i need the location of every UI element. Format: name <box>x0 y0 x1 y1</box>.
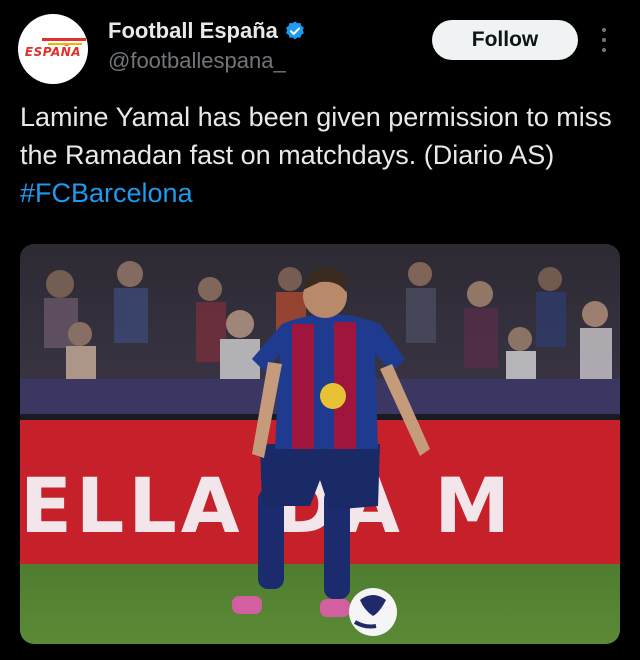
more-dot <box>602 28 606 32</box>
verified-badge-icon <box>286 21 304 40</box>
follow-button[interactable]: Follow <box>432 20 578 60</box>
avatar-stripe <box>42 38 86 41</box>
tweet-media[interactable]: ELLA DA M <box>20 244 620 644</box>
more-dot <box>602 48 606 52</box>
hashtag-link[interactable]: #FCBarcelona <box>20 178 193 208</box>
display-name[interactable]: Football España <box>108 18 278 44</box>
name-row: Football España <box>108 18 306 44</box>
more-dot <box>602 38 606 42</box>
tweet-body: Lamine Yamal has been given permission t… <box>20 102 612 170</box>
media-photo: ELLA DA M <box>20 244 620 644</box>
avatar-logo-text: ESPAÑA <box>24 45 82 59</box>
ball <box>349 588 397 636</box>
handle[interactable]: @footballespana_ <box>108 48 286 74</box>
more-vertical-icon[interactable] <box>596 28 612 52</box>
avatar-stripe-2 <box>48 43 82 45</box>
tweet-text: Lamine Yamal has been given permission t… <box>20 98 620 212</box>
avatar[interactable]: ESPAÑA <box>18 14 88 84</box>
